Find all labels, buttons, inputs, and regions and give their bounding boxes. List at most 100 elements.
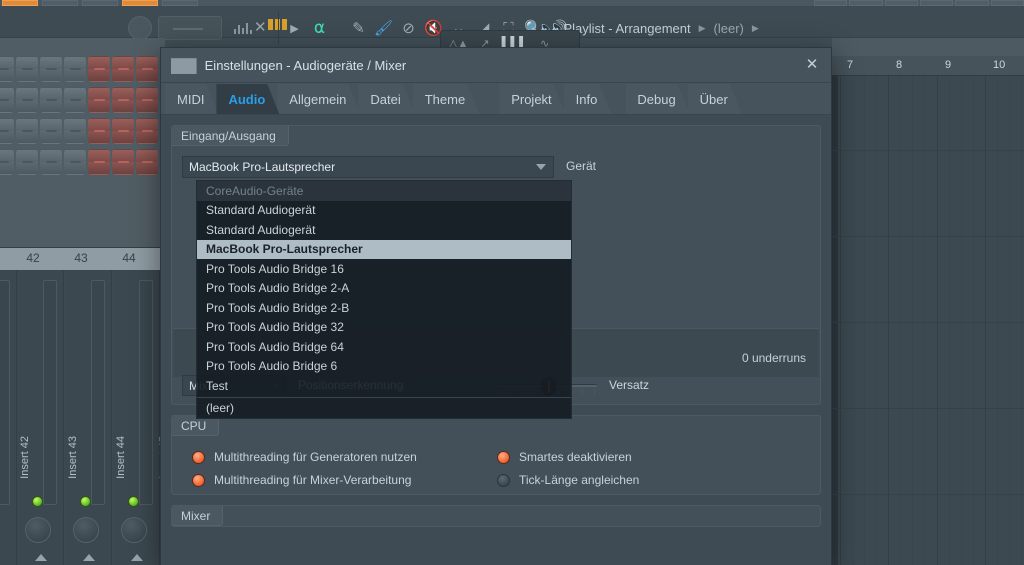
audio-device-value: MacBook Pro-Lautsprecher [189,160,335,174]
mixer-route-arrow-icon[interactable] [35,554,47,561]
mixer-track-led[interactable] [32,496,43,507]
step-pad[interactable] [136,87,158,113]
delete-icon[interactable]: ⊘ [396,12,421,44]
play-icon[interactable]: ▶ [282,12,307,44]
step-pad[interactable] [16,118,38,144]
dropdown-item[interactable]: (leer) [197,399,571,419]
mixer-fader[interactable] [0,280,10,505]
tab-label: Über [700,92,728,107]
close-icon[interactable]: ✕ [803,57,821,75]
mixer-fader[interactable] [139,280,153,505]
tab-projekt[interactable]: Projekt [499,84,565,114]
step-pad[interactable] [40,87,62,113]
radio-icon[interactable] [192,451,205,464]
dropdown-group-header: CoreAudio-Geräte [197,181,571,201]
step-pad[interactable] [136,118,158,144]
tab-ueber[interactable]: Über [688,84,742,114]
mixer-route-arrow-icon[interactable] [83,554,95,561]
mixer-pan-knob[interactable] [25,517,51,543]
step-pad[interactable] [16,149,38,175]
step-pad[interactable] [16,87,38,113]
mixer-track[interactable] [0,270,17,565]
mixer-track-led[interactable] [80,496,91,507]
cpu-option-align-tick-length[interactable]: Tick-Länge angleichen [497,473,639,487]
mixer-route-arrow-icon[interactable] [131,554,143,561]
tab-audio[interactable]: Audio [216,84,279,114]
tab-debug[interactable]: Debug [625,84,689,114]
dropdown-item[interactable]: Pro Tools Audio Bridge 64 [197,337,571,357]
tempo-display[interactable] [158,16,222,40]
step-pad[interactable] [0,149,14,175]
step-pad[interactable] [112,118,134,144]
audio-device-select[interactable]: MacBook Pro-Lautsprecher [182,156,554,178]
tab-theme[interactable]: Theme [413,84,479,114]
dropdown-item-selected[interactable]: MacBook Pro-Lautsprecher [197,240,571,260]
channel-rack [0,38,165,248]
mixer-track-led[interactable] [128,496,139,507]
step-pad[interactable] [88,56,110,82]
mixer-fader[interactable] [43,280,57,505]
mixer-track[interactable]: Insert 43 [65,270,112,565]
step-pad[interactable] [88,87,110,113]
step-pad[interactable] [136,149,158,175]
mixer-fader[interactable] [91,280,105,505]
dropdown-item[interactable]: Pro Tools Audio Bridge 2-A [197,279,571,299]
step-pad[interactable] [88,149,110,175]
mixer-track[interactable]: Insert 42 [17,270,64,565]
dropdown-item[interactable]: Standard Audiogerät [197,220,571,240]
dropdown-item[interactable]: Pro Tools Audio Bridge 6 [197,357,571,377]
mixer-pan-knob[interactable] [73,517,99,543]
dropdown-item[interactable]: Pro Tools Audio Bridge 16 [197,259,571,279]
radio-icon[interactable] [497,474,510,487]
dialog-tab-strip: MIDI Audio Allgemein Datei Theme Projekt… [161,83,831,115]
mixer-pan-knob[interactable] [121,517,147,543]
step-pad[interactable] [88,118,110,144]
tab-label: Info [576,92,598,107]
tab-midi[interactable]: MIDI [165,84,218,114]
underruns-status: 0 underruns [742,351,806,365]
dropdown-item[interactable]: Test [197,376,571,396]
radio-icon[interactable] [497,451,510,464]
mixer-track[interactable]: Insert 44 [113,270,160,565]
mixer-track-number: 42 [18,251,48,265]
pencil-draw-icon[interactable]: ✎ [346,12,371,44]
step-pad[interactable] [64,56,86,82]
step-pad[interactable] [112,87,134,113]
step-pad[interactable] [0,87,14,113]
step-pad[interactable] [112,56,134,82]
paint-brush-icon[interactable]: 🖌 [371,12,396,44]
tab-label: Debug [637,92,675,107]
master-volume-knob[interactable] [128,16,152,40]
io-group-caption: Eingang/Ausgang [172,126,289,146]
step-pad[interactable] [64,149,86,175]
playlist-ruler[interactable]: 7 8 9 10 [832,56,1024,76]
step-pad[interactable] [40,118,62,144]
mixer-track-number: 44 [114,251,144,265]
radio-icon[interactable] [192,474,205,487]
step-pad[interactable] [0,118,14,144]
step-pad[interactable] [136,56,158,82]
dialog-titlebar[interactable]: ███ Einstellungen - Audiogeräte / Mixer … [161,48,831,83]
step-pad[interactable] [0,56,14,82]
close-icon[interactable]: ✕ [254,18,267,36]
step-pad[interactable] [112,149,134,175]
tab-allgemein[interactable]: Allgemein [277,84,360,114]
tab-info[interactable]: Info [564,84,612,114]
tab-datei[interactable]: Datei [358,84,414,114]
step-pad[interactable] [40,56,62,82]
dropdown-item[interactable]: Pro Tools Audio Bridge 32 [197,318,571,338]
dropdown-item[interactable]: Standard Audiogerät [197,201,571,221]
cpu-option-multithreading-mixer[interactable]: Multithreading für Mixer-Verarbeitung [192,473,411,487]
playlist-title-text: Playlist - Arrangement [563,21,690,36]
cpu-option-multithreading-generators[interactable]: Multithreading für Generatoren nutzen [192,450,417,464]
magnet-snap-icon[interactable]: ⍺ [307,12,332,44]
cpu-option-smart-disable[interactable]: Smartes deaktivieren [497,450,632,464]
playlist-grid[interactable] [832,76,1024,565]
step-pad[interactable] [16,56,38,82]
step-pad[interactable] [64,118,86,144]
dropdown-item[interactable]: Pro Tools Audio Bridge 2-B [197,298,571,318]
step-pad[interactable] [40,149,62,175]
step-pad[interactable] [64,87,86,113]
mixer-panel: 42 43 44 Insert 42 Insert 43 [0,248,165,565]
audio-device-dropdown[interactable]: CoreAudio-Geräte Standard Audiogerät Sta… [196,180,572,419]
